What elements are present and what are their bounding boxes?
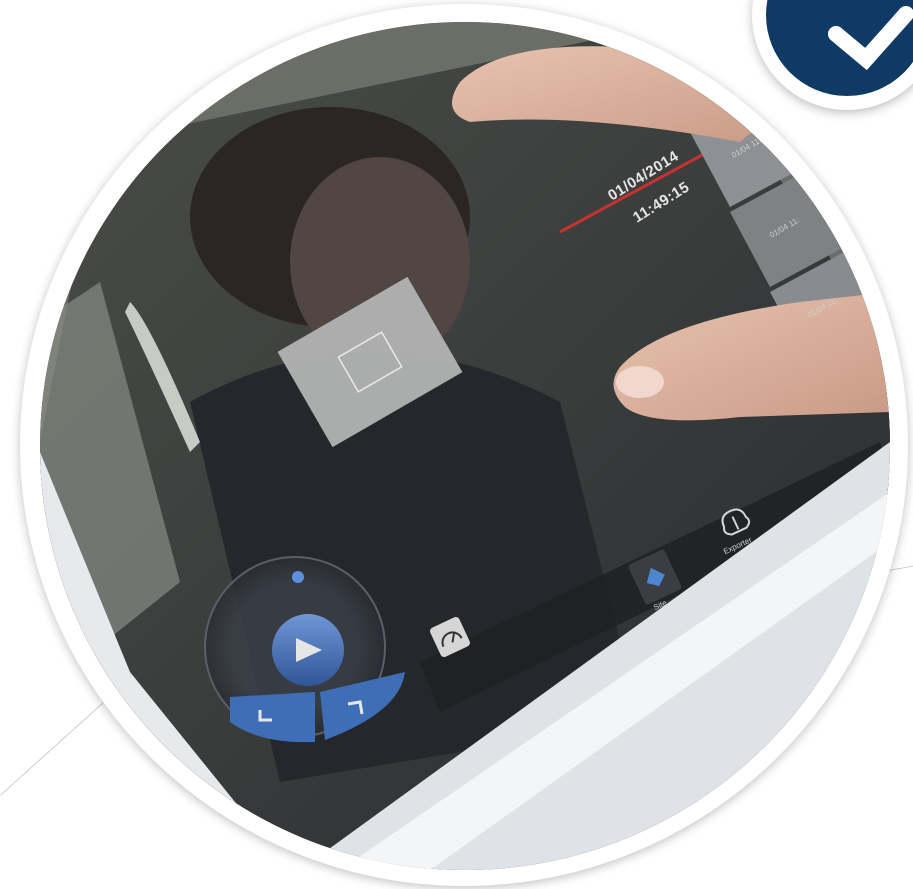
joystick-handle[interactable]	[292, 571, 304, 583]
fingernail	[616, 366, 664, 398]
tablet-photo: 01/04/2014 11:49:15 01/04 11:4 01/04 11:…	[40, 22, 890, 870]
photo-scene	[40, 22, 890, 870]
